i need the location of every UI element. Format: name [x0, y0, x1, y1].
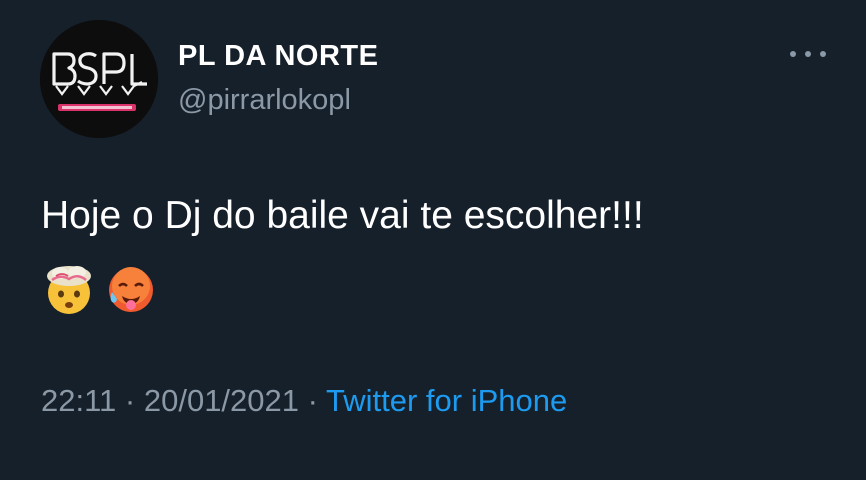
dot — [790, 51, 796, 57]
meta-separator: · — [307, 383, 318, 418]
more-options-icon[interactable] — [790, 44, 826, 64]
tweet-source-link[interactable]: Twitter for iPhone — [326, 383, 567, 418]
username-handle[interactable]: @pirrarlokopl — [178, 84, 351, 117]
hot-face-emoji — [109, 267, 153, 312]
tweet-date[interactable]: 20/01/2021 — [144, 383, 299, 418]
dot — [820, 51, 826, 57]
bspl-logo-icon — [40, 20, 158, 138]
avatar[interactable] — [40, 20, 158, 138]
tweet-meta: 22:11 · 20/01/2021 · Twitter for iPhone — [41, 383, 567, 419]
display-name[interactable]: PL DA NORTE — [178, 40, 378, 73]
dot — [805, 51, 811, 57]
exploding-head-emoji — [47, 266, 91, 314]
emoji-row — [42, 262, 158, 316]
meta-separator: · — [124, 383, 136, 418]
tweet-time[interactable]: 22:11 — [41, 383, 116, 418]
tweet-text: Hoje o Dj do baile vai te escolher!!! — [41, 194, 644, 237]
